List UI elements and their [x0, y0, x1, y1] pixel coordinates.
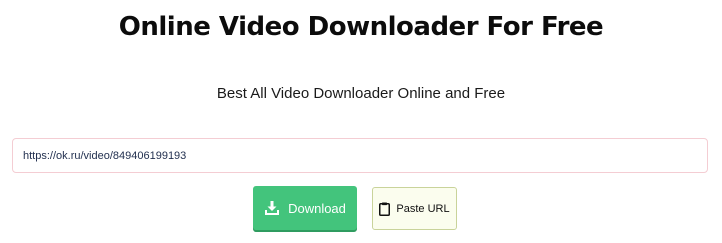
- page-title: Online Video Downloader For Free: [118, 12, 604, 42]
- page-subtitle: Best All Video Downloader Online and Fre…: [216, 85, 506, 102]
- url-input[interactable]: [12, 138, 708, 173]
- paste-url-button[interactable]: Paste URL: [372, 187, 457, 230]
- clipboard-icon: [379, 202, 391, 216]
- paste-url-label: Paste URL: [396, 202, 450, 215]
- download-button-label: Download: [288, 200, 346, 216]
- download-icon: [264, 200, 280, 216]
- download-button[interactable]: Download: [253, 186, 357, 230]
- page: Online Video Downloader For Free Best Al…: [0, 0, 722, 243]
